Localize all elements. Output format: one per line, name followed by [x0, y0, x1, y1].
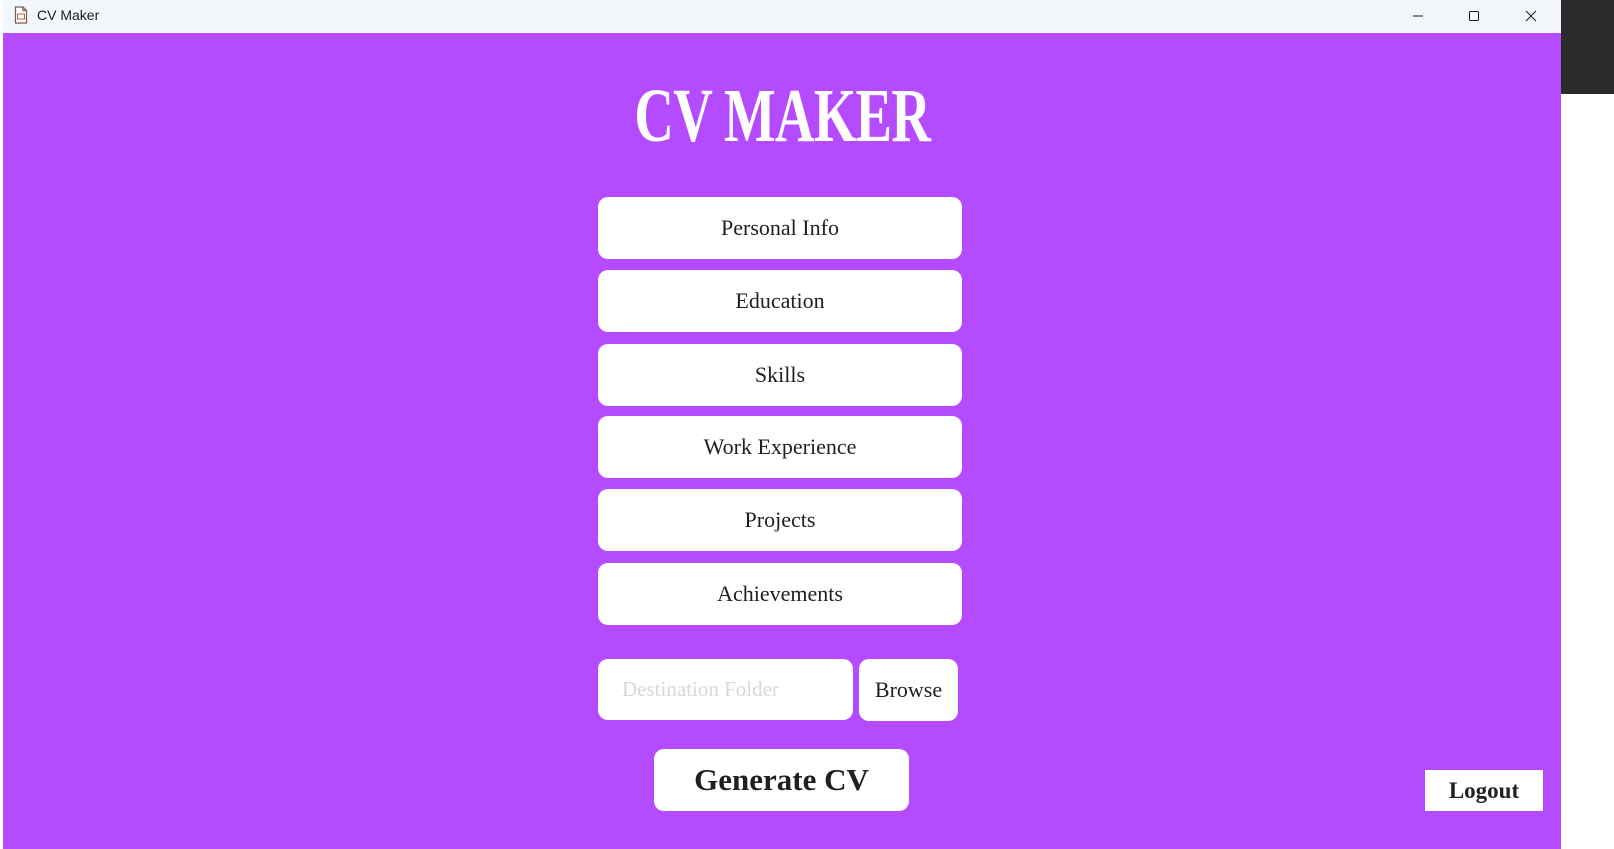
projects-button[interactable]: Projects	[598, 489, 962, 551]
desktop-background-right-top	[1561, 0, 1614, 94]
personal-info-button[interactable]: Personal Info	[598, 197, 962, 259]
education-button[interactable]: Education	[598, 270, 962, 332]
generate-cv-button[interactable]: Generate CV	[654, 749, 909, 811]
achievements-button[interactable]: Achievements	[598, 563, 962, 625]
desktop-background-right	[1561, 0, 1614, 849]
maximize-icon	[1468, 10, 1480, 22]
browse-button[interactable]: Browse	[859, 659, 958, 721]
window-title: CV Maker	[37, 7, 100, 23]
minimize-button[interactable]	[1390, 0, 1446, 32]
maximize-button[interactable]	[1446, 0, 1502, 32]
page-title: CV MAKER	[634, 74, 931, 158]
close-icon	[1525, 10, 1537, 22]
document-cv-icon	[14, 6, 28, 24]
minimize-icon	[1412, 10, 1424, 22]
title-bar[interactable]: CV Maker	[3, 0, 1561, 33]
skills-button[interactable]: Skills	[598, 344, 962, 406]
work-experience-button[interactable]: Work Experience	[598, 416, 962, 478]
destination-folder-input[interactable]	[598, 659, 853, 720]
logout-button[interactable]: Logout	[1425, 770, 1543, 811]
close-button[interactable]	[1503, 0, 1559, 32]
app-window: CV Maker CV MAKER Personal Info Educatio…	[3, 0, 1561, 849]
